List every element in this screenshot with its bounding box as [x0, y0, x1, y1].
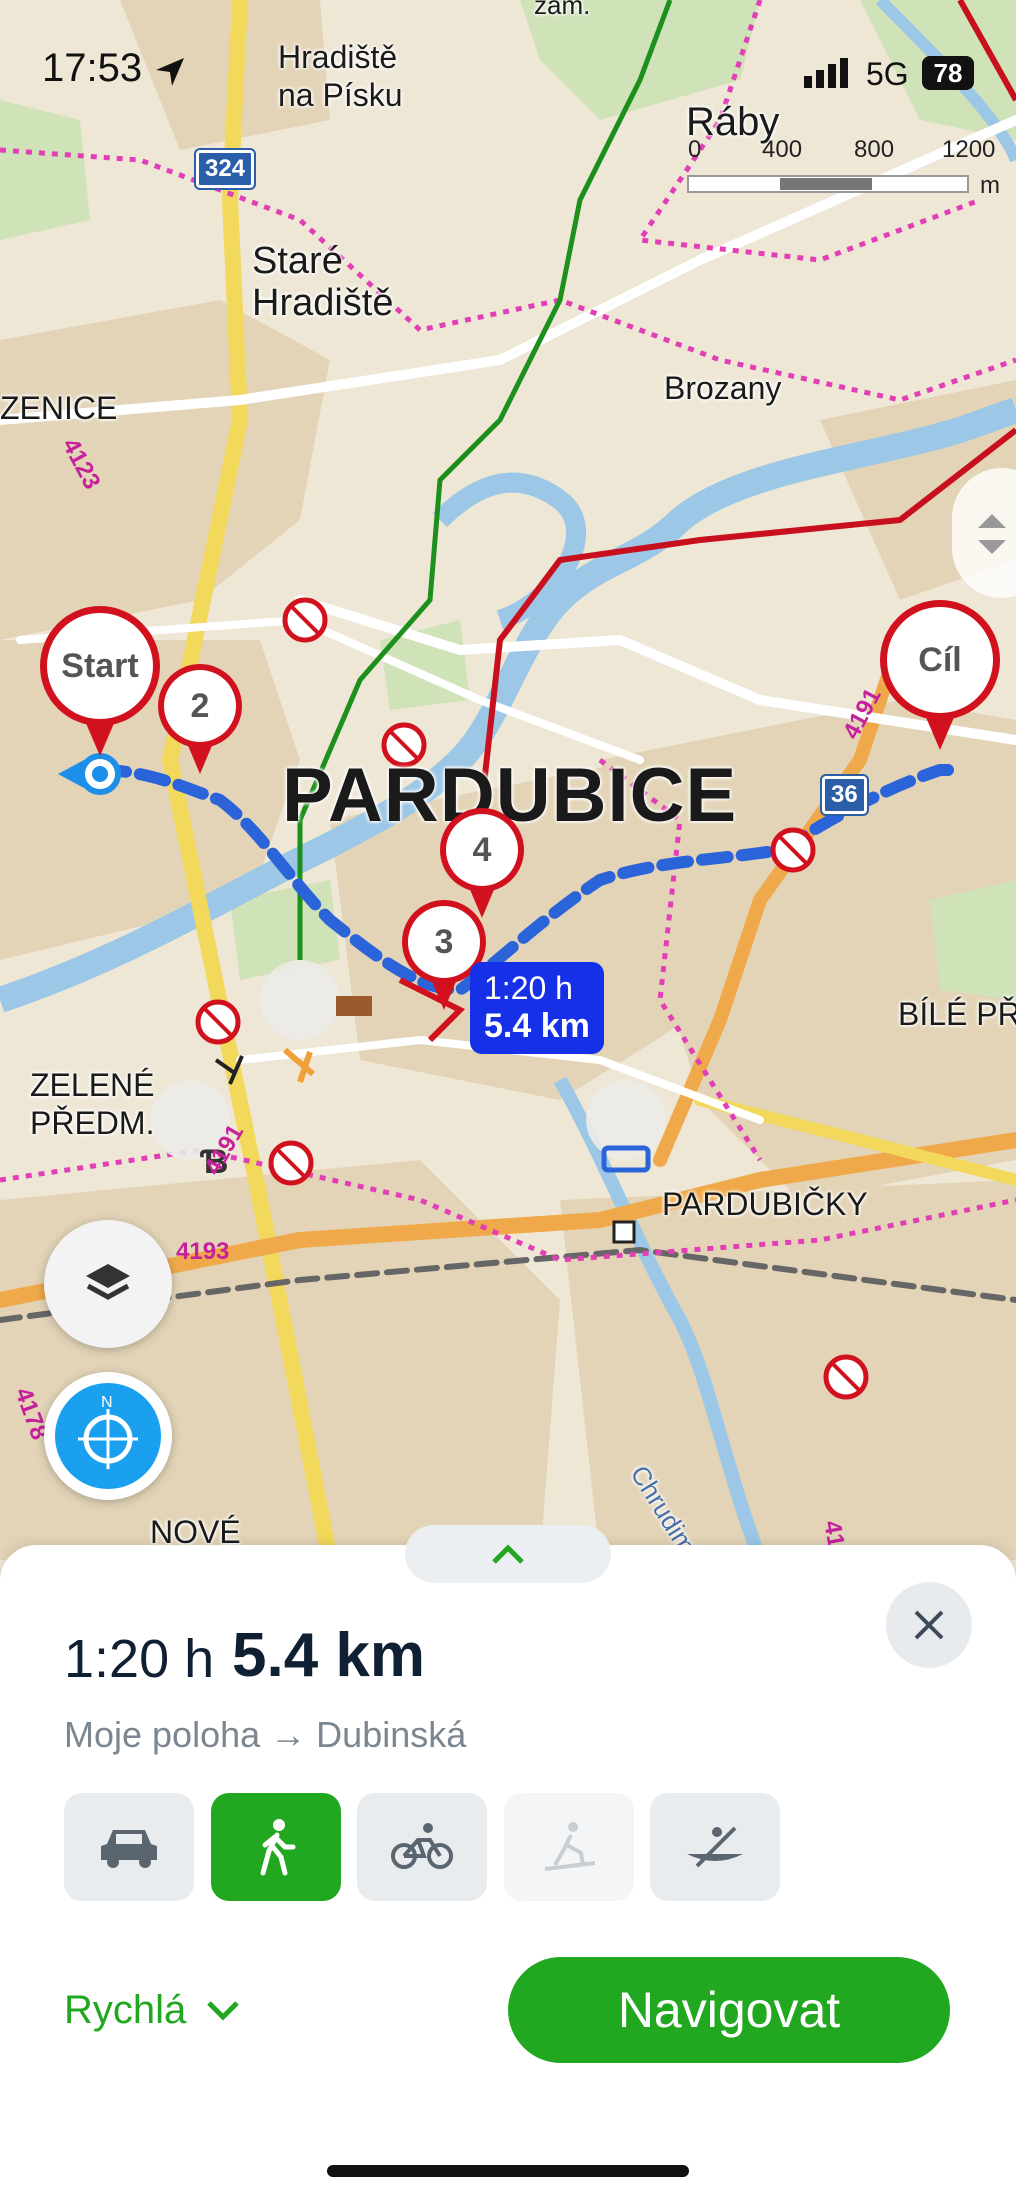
route-from: Moje poloha — [64, 1714, 261, 1755]
ski-icon — [544, 1822, 596, 1871]
route-to: Dubinská — [316, 1714, 467, 1755]
sheet-route-time: 1:20 h — [64, 1629, 215, 1689]
scale-tick: 0 — [688, 136, 702, 163]
waypoint-pin-4[interactable]: 4 — [440, 808, 524, 920]
scale-tick: 400 — [762, 136, 803, 163]
road-number-36: 36 — [820, 774, 869, 816]
signal-icon — [804, 58, 848, 88]
compass-location-button[interactable]: N — [44, 1372, 172, 1500]
end-pin-label: Cíl — [887, 607, 993, 713]
mode-boat-button[interactable] — [650, 1793, 780, 1901]
place-bile-pr: BÍLÉ PŘ — [898, 996, 1016, 1032]
walk-icon — [260, 1819, 296, 1876]
location-arrow-icon — [156, 58, 184, 86]
place-zelene-predm: ZELENÉ PŘEDM. — [30, 1067, 155, 1141]
start-pin-label: Start — [47, 613, 153, 719]
scale-bar — [687, 175, 969, 193]
route-type-label: Rychlá — [64, 1988, 187, 2032]
waypoint-pin-2[interactable]: 2 — [158, 664, 242, 776]
compass-icon: N — [78, 1394, 138, 1469]
end-pin[interactable]: Cíl — [880, 600, 1000, 760]
place-hradiste: Hradiště na Písku — [278, 39, 403, 113]
place-brozany: Brozany — [664, 370, 782, 406]
start-pin[interactable]: Start — [40, 606, 160, 766]
navigate-button[interactable]: Navigovat — [508, 1957, 950, 2063]
map-zoom-handle[interactable] — [952, 468, 1016, 598]
car-icon — [101, 1830, 157, 1868]
map-layers-button[interactable] — [44, 1220, 172, 1348]
sheet-route-distance: 5.4 km — [232, 1621, 426, 1690]
road-number-324: 324 — [193, 148, 257, 190]
network-type: 5G — [866, 56, 909, 92]
layers-icon — [86, 1264, 130, 1300]
route-arrow: → — [270, 1714, 307, 1755]
place-zam: zám. — [534, 0, 591, 20]
place-zenice: ZENICE — [0, 390, 118, 426]
route-type-selector[interactable]: Rychlá — [64, 1988, 241, 2033]
route-endpoints: Moje poloha → Dubinská — [64, 1714, 466, 1756]
close-icon — [914, 1610, 944, 1640]
scale-tick: 1200 — [942, 136, 996, 163]
road-ref: 4193 — [176, 1238, 230, 1265]
place-stare-hradiste: Staré Hradiště — [252, 240, 394, 324]
close-button[interactable] — [886, 1582, 972, 1668]
mode-car-button[interactable] — [64, 1793, 194, 1901]
mode-bike-button[interactable] — [357, 1793, 487, 1901]
scale-tick: 800 — [854, 136, 895, 163]
route-summary-label[interactable]: 1:20 h 5.4 km — [470, 962, 604, 1054]
mode-walk-button[interactable] — [211, 1793, 341, 1901]
mode-ski-button — [504, 1793, 634, 1901]
home-indicator — [327, 2165, 689, 2177]
bike-icon — [391, 1823, 453, 1869]
battery-indicator: 78 — [922, 56, 974, 90]
sheet-expand-handle[interactable] — [405, 1525, 611, 1583]
svg-text:N: N — [101, 1394, 113, 1411]
chevron-down-icon — [207, 2001, 240, 2021]
status-time: 17:53 — [42, 46, 143, 90]
canoe-icon — [687, 1826, 743, 1868]
place-pardubicky: PARDUBIČKY — [662, 1186, 868, 1222]
chevron-up-icon — [492, 1544, 524, 1564]
updown-arrows-icon — [978, 514, 1006, 554]
scale-unit: m — [980, 172, 1000, 199]
